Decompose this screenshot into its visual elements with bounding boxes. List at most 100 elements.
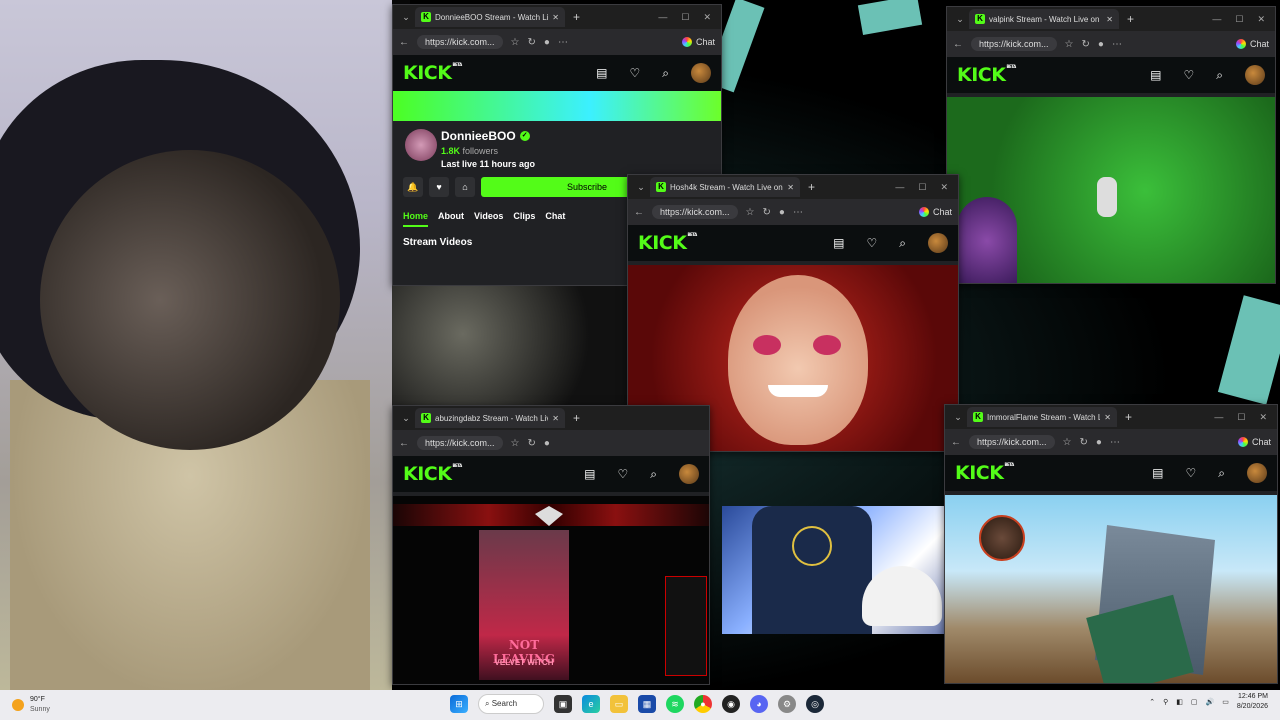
- kick-logo[interactable]: KICKBETA: [957, 64, 1016, 86]
- new-tab-icon[interactable]: +: [1127, 12, 1134, 26]
- app-icon[interactable]: ◉: [722, 695, 740, 713]
- back-icon[interactable]: ←: [951, 437, 961, 448]
- browser-tab[interactable]: K DonnieeBOO Stream - Watch Live on Kick…: [415, 7, 565, 27]
- gift-icon[interactable]: ⌂: [455, 177, 475, 197]
- refresh-icon[interactable]: ↻: [1080, 437, 1088, 448]
- new-tab-icon[interactable]: +: [573, 10, 580, 24]
- kick-logo[interactable]: KICKBETA: [403, 62, 462, 84]
- user-avatar[interactable]: [691, 63, 711, 83]
- minimize-icon[interactable]: —: [1214, 412, 1223, 423]
- edge-browser-icon[interactable]: e: [582, 695, 600, 713]
- user-avatar[interactable]: [679, 464, 699, 484]
- browse-icon[interactable]: ▤: [584, 467, 595, 481]
- minimize-icon[interactable]: —: [1212, 14, 1221, 25]
- following-heart-icon[interactable]: ♡: [1184, 68, 1195, 82]
- tab-videos[interactable]: Videos: [474, 211, 503, 227]
- search-icon[interactable]: ⌕: [662, 66, 669, 81]
- address-bar[interactable]: https://kick.com...: [969, 435, 1055, 449]
- close-tab-icon[interactable]: ✕: [787, 183, 794, 192]
- address-bar[interactable]: https://kick.com...: [971, 37, 1057, 51]
- notification-bell-icon[interactable]: 🔔: [403, 177, 423, 197]
- refresh-icon[interactable]: ↻: [528, 438, 536, 449]
- following-heart-icon[interactable]: ♡: [618, 467, 629, 481]
- stream-video-immoralflame[interactable]: [945, 495, 1277, 683]
- maximize-icon[interactable]: ☐: [1237, 412, 1245, 423]
- more-icon[interactable]: ⋯: [558, 37, 568, 48]
- browser-tab[interactable]: K ImmoralFlame Stream - Watch Live on Ki…: [967, 407, 1117, 427]
- search-icon[interactable]: ⌕: [899, 236, 906, 251]
- browser-window-valpink[interactable]: ⌄ K valpink Stream - Watch Live on Kick …: [946, 6, 1276, 284]
- stream-video-valpink[interactable]: [947, 97, 1275, 283]
- browser-window-abuzingdabz[interactable]: ⌄ K abuzingdabz Stream - Watch Live on K…: [392, 405, 710, 685]
- maximize-icon[interactable]: ☐: [918, 182, 926, 193]
- file-explorer-icon[interactable]: ▭: [610, 695, 628, 713]
- profile-icon[interactable]: ●: [544, 37, 550, 48]
- tab-home[interactable]: Home: [403, 211, 429, 227]
- back-icon[interactable]: ←: [399, 37, 409, 48]
- show-hidden-icons-chevron-icon[interactable]: ⌃: [1149, 698, 1155, 706]
- favorite-icon[interactable]: ☆: [511, 37, 520, 48]
- browse-icon[interactable]: ▤: [833, 236, 844, 250]
- copilot-chat-button[interactable]: Chat: [918, 207, 952, 217]
- discord-icon[interactable]: ◕: [750, 695, 768, 713]
- back-icon[interactable]: ←: [634, 207, 644, 218]
- subscribe-button[interactable]: Subscribe: [481, 177, 631, 197]
- browser-window-immoralflame[interactable]: ⌄ K ImmoralFlame Stream - Watch Live on …: [944, 404, 1278, 684]
- battery-icon[interactable]: ▭: [1222, 698, 1229, 706]
- weather-widget[interactable]: 90°F Sunny: [0, 695, 200, 715]
- favorite-icon[interactable]: ☆: [1065, 39, 1074, 50]
- tab-list-chevron-icon[interactable]: ⌄: [949, 412, 967, 423]
- browse-icon[interactable]: ▤: [1150, 68, 1161, 82]
- more-icon[interactable]: ⋯: [1112, 39, 1122, 50]
- user-avatar[interactable]: [1245, 65, 1265, 85]
- new-tab-icon[interactable]: +: [808, 180, 815, 194]
- follow-heart-icon[interactable]: ♥: [429, 177, 449, 197]
- close-tab-icon[interactable]: ✕: [1106, 15, 1113, 24]
- maximize-icon[interactable]: ☐: [1235, 14, 1243, 25]
- search-icon[interactable]: ⌕: [1216, 68, 1223, 83]
- more-icon[interactable]: ⋯: [1110, 437, 1120, 448]
- favorite-icon[interactable]: ☆: [1063, 437, 1072, 448]
- back-icon[interactable]: ←: [399, 438, 409, 449]
- following-heart-icon[interactable]: ♡: [867, 236, 878, 250]
- favorite-icon[interactable]: ☆: [511, 438, 520, 449]
- browse-icon[interactable]: ▤: [596, 66, 607, 80]
- address-bar[interactable]: https://kick.com...: [652, 205, 738, 219]
- display-icon[interactable]: ▢: [1191, 698, 1198, 706]
- volume-icon[interactable]: 🔊: [1206, 698, 1215, 706]
- settings-gear-icon[interactable]: ⚙: [778, 695, 796, 713]
- more-icon[interactable]: ⋯: [793, 207, 803, 218]
- profile-icon[interactable]: ●: [1096, 437, 1102, 448]
- following-heart-icon[interactable]: ♡: [1186, 466, 1197, 480]
- search-icon[interactable]: ⌕: [650, 467, 657, 482]
- profile-icon[interactable]: ●: [1098, 39, 1104, 50]
- tab-list-chevron-icon[interactable]: ⌄: [632, 182, 650, 193]
- chrome-icon[interactable]: ●: [694, 695, 712, 713]
- back-icon[interactable]: ←: [953, 39, 963, 50]
- close-window-icon[interactable]: ✕: [1257, 14, 1265, 25]
- new-tab-icon[interactable]: +: [573, 411, 580, 425]
- copilot-chat-button[interactable]: Chat: [1237, 437, 1271, 447]
- stream-video-abuzingdabz[interactable]: NOT LEAVING VELVET WITCH: [393, 496, 709, 684]
- tab-chat[interactable]: Chat: [545, 211, 565, 227]
- refresh-icon[interactable]: ↻: [1082, 39, 1090, 50]
- favorite-icon[interactable]: ☆: [746, 207, 755, 218]
- spotify-icon[interactable]: ≋: [666, 695, 684, 713]
- refresh-icon[interactable]: ↻: [763, 207, 771, 218]
- location-icon[interactable]: ⚲: [1163, 698, 1168, 706]
- tab-list-chevron-icon[interactable]: ⌄: [397, 12, 415, 23]
- steam-icon[interactable]: ◎: [806, 695, 824, 713]
- minimize-icon[interactable]: —: [658, 12, 667, 23]
- copilot-chat-button[interactable]: Chat: [681, 37, 715, 47]
- user-avatar[interactable]: [928, 233, 948, 253]
- tab-clips[interactable]: Clips: [513, 211, 535, 227]
- following-heart-icon[interactable]: ♡: [630, 66, 641, 80]
- close-tab-icon[interactable]: ✕: [552, 414, 559, 423]
- task-view-icon[interactable]: ▣: [554, 695, 572, 713]
- search-icon[interactable]: ⌕: [1218, 466, 1225, 481]
- address-bar[interactable]: https://kick.com...: [417, 35, 503, 49]
- tab-list-chevron-icon[interactable]: ⌄: [397, 413, 415, 424]
- taskbar-search-box[interactable]: ⌕ Search: [478, 694, 544, 714]
- close-tab-icon[interactable]: ✕: [552, 13, 559, 22]
- tab-about[interactable]: About: [438, 211, 464, 227]
